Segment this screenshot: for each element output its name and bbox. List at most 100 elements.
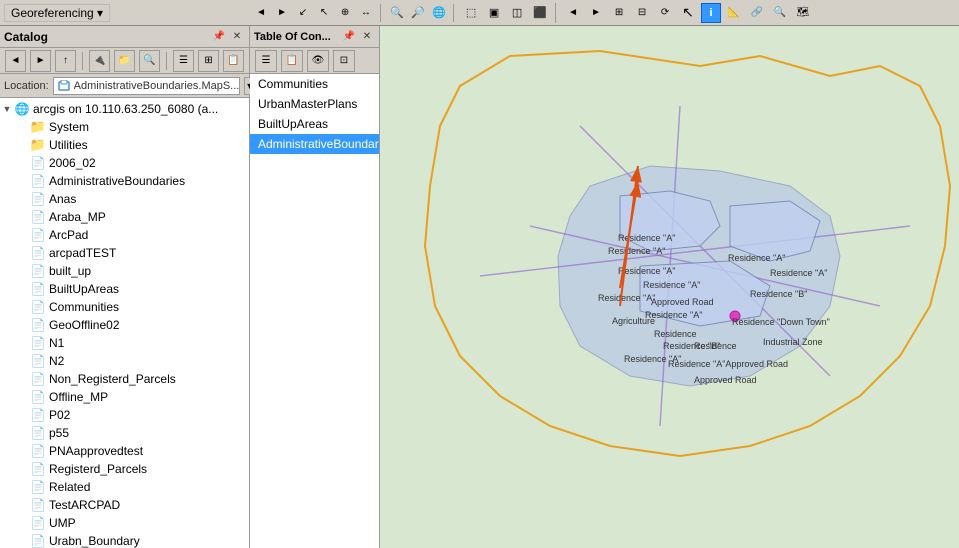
select-btn[interactable]: ⬚ bbox=[461, 3, 481, 23]
action-btn-6[interactable]: ↖ bbox=[678, 3, 698, 23]
tree-toggle-collapsed[interactable] bbox=[16, 300, 30, 314]
zoom-in[interactable]: 🔍 bbox=[388, 4, 406, 22]
tree-item[interactable]: 📄N1 bbox=[0, 334, 249, 352]
zoom-full[interactable]: 🌐 bbox=[430, 4, 448, 22]
tree-toggle-collapsed[interactable] bbox=[16, 372, 30, 386]
tree-item[interactable]: 📄BuiltUpAreas bbox=[0, 280, 249, 298]
toc-item[interactable]: BuiltUpAreas bbox=[250, 114, 379, 134]
tree-item[interactable]: 📄built_up bbox=[0, 262, 249, 280]
tree-toggle-collapsed[interactable] bbox=[16, 192, 30, 206]
find-btn[interactable]: 🔍 bbox=[770, 3, 790, 23]
catalog-tree[interactable]: ▼🌐arcgis on 10.110.63.250_6080 (a... 📁Sy… bbox=[0, 98, 249, 548]
cat-btn-list[interactable]: ☰ bbox=[173, 50, 194, 72]
toc-item[interactable]: AdministrativeBoundarie... bbox=[250, 134, 379, 154]
tree-item[interactable]: 📄Urabn_Boundary bbox=[0, 532, 249, 548]
nav-btn-3[interactable]: ↙ bbox=[294, 4, 312, 22]
measure-btn[interactable]: 📐 bbox=[724, 3, 744, 23]
action-btn-2[interactable]: ► bbox=[586, 3, 606, 23]
toc-btn-sel[interactable]: ⊡ bbox=[333, 50, 355, 72]
tree-item-label: P02 bbox=[49, 408, 70, 422]
tree-toggle-collapsed[interactable] bbox=[16, 426, 30, 440]
cat-btn-folder[interactable]: 📁 bbox=[114, 50, 135, 72]
nav-btn-1[interactable]: ◄ bbox=[252, 4, 270, 22]
action-btn-4[interactable]: ⊟ bbox=[632, 3, 652, 23]
nav-btn-5[interactable]: ⊕ bbox=[336, 4, 354, 22]
cat-btn-back[interactable]: ◄ bbox=[5, 50, 26, 72]
tree-toggle-collapsed[interactable] bbox=[16, 390, 30, 404]
tree-item[interactable]: 📄TestARCPAD bbox=[0, 496, 249, 514]
action-btn-5[interactable]: ⟳ bbox=[655, 3, 675, 23]
toc-pin[interactable]: 📌 bbox=[341, 29, 357, 45]
tree-item[interactable]: 📄p55 bbox=[0, 424, 249, 442]
tree-item[interactable]: 📁Utilities bbox=[0, 136, 249, 154]
cat-btn-connect[interactable]: 🔌 bbox=[89, 50, 110, 72]
tree-item[interactable]: 📄Anas bbox=[0, 190, 249, 208]
hyperlink-btn[interactable]: 🔗 bbox=[747, 3, 767, 23]
tree-item[interactable]: 📁System bbox=[0, 118, 249, 136]
tree-toggle-collapsed[interactable] bbox=[16, 444, 30, 458]
toc-item[interactable]: Communities bbox=[250, 74, 379, 94]
tree-item[interactable]: 📄ArcPad bbox=[0, 226, 249, 244]
select-btn-3[interactable]: ◫ bbox=[507, 3, 527, 23]
tree-toggle-collapsed[interactable] bbox=[16, 336, 30, 350]
tree-toggle-collapsed[interactable] bbox=[16, 516, 30, 530]
tree-item-icon: 📄 bbox=[30, 515, 46, 531]
select-btn-2[interactable]: ▣ bbox=[484, 3, 504, 23]
tree-toggle-collapsed[interactable] bbox=[16, 120, 30, 134]
catalog-pin[interactable]: 📌 bbox=[211, 29, 227, 45]
tree-item[interactable]: 📄P02 bbox=[0, 406, 249, 424]
nav-btn-6[interactable]: ↔ bbox=[357, 4, 375, 22]
map-btn[interactable]: 🗺 bbox=[793, 3, 813, 23]
cat-btn-thumb[interactable]: ⊞ bbox=[198, 50, 219, 72]
zoom-out[interactable]: 🔎 bbox=[409, 4, 427, 22]
tree-toggle-collapsed[interactable] bbox=[16, 462, 30, 476]
toc-btn-vis[interactable]: 👁 bbox=[307, 50, 329, 72]
tree-toggle-collapsed[interactable] bbox=[16, 318, 30, 332]
tree-item[interactable]: 📄GeoOffline02 bbox=[0, 316, 249, 334]
action-btn-1[interactable]: ◄ bbox=[563, 3, 583, 23]
tree-item[interactable]: 📄Communities bbox=[0, 298, 249, 316]
georeferencing-menu[interactable]: Georeferencing ▾ bbox=[4, 4, 110, 22]
tree-item[interactable]: 📄Araba_MP bbox=[0, 208, 249, 226]
tree-item[interactable]: 📄Related bbox=[0, 478, 249, 496]
tree-toggle-collapsed[interactable] bbox=[16, 228, 30, 242]
tree-toggle-collapsed[interactable] bbox=[16, 210, 30, 224]
tree-toggle-collapsed[interactable] bbox=[16, 156, 30, 170]
tree-toggle-collapsed[interactable] bbox=[16, 282, 30, 296]
tree-toggle-collapsed[interactable] bbox=[16, 498, 30, 512]
cat-btn-search[interactable]: 🔍 bbox=[139, 50, 160, 72]
tree-item[interactable]: 📄PNAapprovedtest bbox=[0, 442, 249, 460]
cat-btn-fwd[interactable]: ► bbox=[30, 50, 51, 72]
cat-btn-details[interactable]: 📋 bbox=[223, 50, 244, 72]
toc-item[interactable]: UrbanMasterPlans bbox=[250, 94, 379, 114]
tree-item[interactable]: 📄N2 bbox=[0, 352, 249, 370]
tree-item[interactable]: 📄Non_Registerd_Parcels bbox=[0, 370, 249, 388]
tree-toggle-collapsed[interactable] bbox=[16, 246, 30, 260]
tree-toggle-collapsed[interactable] bbox=[16, 534, 30, 548]
select-btn-4[interactable]: ⬛ bbox=[530, 3, 550, 23]
catalog-close[interactable]: ✕ bbox=[229, 29, 245, 45]
tree-toggle-collapsed[interactable] bbox=[16, 480, 30, 494]
toc-btn-list[interactable]: ☰ bbox=[255, 50, 277, 72]
action-btn-3[interactable]: ⊞ bbox=[609, 3, 629, 23]
tree-toggle-collapsed[interactable] bbox=[16, 354, 30, 368]
tree-item[interactable]: 📄Offline_MP bbox=[0, 388, 249, 406]
tree-toggle-collapsed[interactable] bbox=[16, 174, 30, 188]
tree-item[interactable]: 📄AdministrativeBoundaries bbox=[0, 172, 249, 190]
map-area[interactable]: Residence "A" Residence "A" Residence "A… bbox=[380, 26, 959, 548]
tree-item[interactable]: ▼🌐arcgis on 10.110.63.250_6080 (a... bbox=[0, 100, 249, 118]
cat-btn-up[interactable]: ↑ bbox=[55, 50, 76, 72]
nav-btn-4[interactable]: ↖ bbox=[315, 4, 333, 22]
tree-item[interactable]: 📄arcpadTEST bbox=[0, 244, 249, 262]
tree-toggle-expanded[interactable]: ▼ bbox=[0, 102, 14, 116]
tree-item[interactable]: 📄2006_02 bbox=[0, 154, 249, 172]
tree-item[interactable]: 📄Registerd_Parcels bbox=[0, 460, 249, 478]
nav-btn-2[interactable]: ► bbox=[273, 4, 291, 22]
toc-close[interactable]: ✕ bbox=[359, 29, 375, 45]
tree-item[interactable]: 📄UMP bbox=[0, 514, 249, 532]
tree-toggle-collapsed[interactable] bbox=[16, 264, 30, 278]
identify-btn[interactable]: i bbox=[701, 3, 721, 23]
toc-btn-src[interactable]: 📋 bbox=[281, 50, 303, 72]
tree-toggle-collapsed[interactable] bbox=[16, 408, 30, 422]
tree-toggle-collapsed[interactable] bbox=[16, 138, 30, 152]
